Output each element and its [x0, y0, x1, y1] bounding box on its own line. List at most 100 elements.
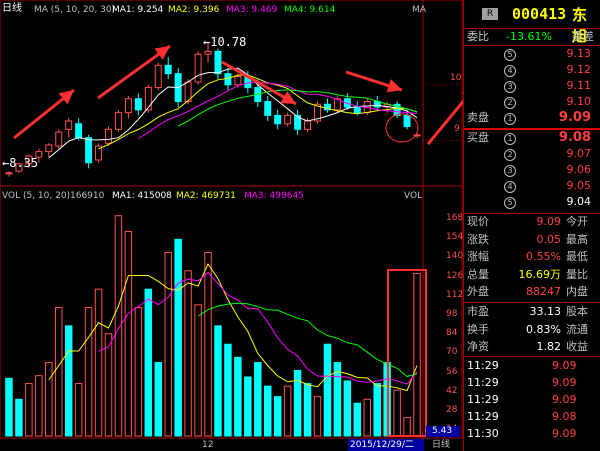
bid-row[interactable]: 2 9.07 [464, 146, 600, 162]
quote-value: 0.05 [536, 232, 562, 246]
tick-time: 11:29 [467, 410, 499, 423]
order-ratio-row: 委比 -13.61% 委差 [464, 29, 600, 45]
tick-time: 11:29 [467, 376, 499, 389]
candle [284, 112, 292, 127]
tick-row: 11:29 9.09 [464, 392, 600, 408]
fundamental-label-2: 股本 [566, 305, 588, 318]
kline-chart-panel[interactable]: 日线 MA (5, 10, 20, 30) MA1: 9.254 MA2: 9.… [0, 0, 463, 451]
volume-bar [194, 304, 202, 437]
quote-label: 涨幅 [467, 250, 489, 263]
level-circle: 2 [504, 149, 516, 161]
ask-row[interactable]: 4 9.12 [464, 62, 600, 78]
value-readout-text: 5.43 [432, 426, 453, 436]
highlight-circle [385, 113, 419, 143]
volume-bar [244, 376, 252, 437]
volume-bar [5, 377, 13, 437]
bid-row[interactable]: 5 9.04 [464, 194, 600, 210]
candle [5, 171, 13, 177]
volume-bar [343, 380, 352, 437]
indicator-tag[interactable]: MA [412, 5, 426, 15]
ask-price: 9.10 [566, 95, 592, 108]
level-circle: 4 [504, 65, 516, 77]
volume-bar [264, 385, 272, 437]
volume-bar [363, 398, 371, 437]
candle [194, 51, 202, 85]
level-circle: 1 [504, 133, 516, 145]
volume-bar [204, 251, 212, 437]
bid-price: 9.06 [566, 163, 592, 176]
stock-header: R 000413 东旭 [464, 0, 600, 45]
level-circle: 1 [504, 113, 516, 125]
volume-axis-tick: 126 [446, 270, 464, 281]
volume-bar [234, 356, 242, 437]
tick-time: 11:30 [467, 427, 499, 440]
ask-price: 9.11 [566, 79, 592, 92]
quote-value: 9.09 [536, 215, 562, 228]
volume-bar [403, 417, 411, 437]
fundamental-label: 换手 [467, 322, 489, 336]
volume-tag[interactable]: VOL [404, 191, 422, 201]
volume-axis-tick: 84 [446, 328, 458, 339]
fundamental-label: 净资 [467, 340, 489, 353]
chart-canvas[interactable] [0, 0, 463, 451]
quote-label-2: 量比 [566, 267, 588, 281]
candle [154, 62, 162, 91]
level-circle: 2 [504, 97, 516, 109]
quote-label-2: 最低 [566, 250, 588, 263]
volume-bar [94, 288, 103, 437]
volume-bar [283, 385, 292, 437]
tick-row: 11:29 9.09 [464, 375, 600, 391]
fundamental-row: 换手 0.83% 流通 [464, 322, 600, 338]
fundamental-row: 净资 1.82 收益 [464, 339, 600, 355]
fundamental-value: 33.13 [529, 305, 562, 318]
ask-price: 9.09 [558, 110, 591, 125]
period-label: 日线 [2, 3, 22, 14]
volume-bar [254, 362, 262, 437]
candle [264, 95, 272, 121]
bid-price: 9.08 [558, 130, 591, 145]
date-readout: 2015/12/29/二 [348, 439, 424, 451]
ask-row[interactable]: 3 9.11 [464, 78, 600, 94]
bid-row[interactable]: 买盘 1 9.08 [464, 130, 600, 146]
candle [55, 129, 63, 149]
volume-bar [84, 307, 93, 437]
trend-arrow [13, 88, 75, 140]
tick-price: 9.09 [552, 376, 577, 389]
quote-value: 88247 [526, 285, 561, 298]
trend-arrow [426, 91, 463, 145]
volume-bar [323, 343, 332, 437]
volume-bar [313, 396, 322, 437]
tick-time: 11:29 [467, 359, 499, 372]
ask-row[interactable]: 卖盘 1 9.09 [464, 110, 600, 126]
quote-label: 涨跌 [467, 232, 489, 246]
rating-badge[interactable]: R [482, 8, 498, 20]
level-circle: 3 [504, 81, 516, 93]
quote-row: 总量 16.69万 量比 [464, 267, 600, 283]
fundamental-value: 0.83% [526, 322, 561, 336]
volume-bar [124, 230, 133, 437]
order-ratio-value: -13.61% [506, 30, 552, 43]
volume-bar [25, 383, 33, 437]
quote-value: 0.55% [526, 250, 561, 263]
fundamental-label-2: 收益 [566, 340, 588, 353]
volume-bar [174, 238, 182, 437]
volume-bar [55, 307, 63, 437]
volume-bar [64, 325, 73, 437]
quote-row: 涨跌 0.05 最高 [464, 232, 600, 248]
volume-bar [104, 333, 113, 437]
volume-bar [45, 362, 53, 437]
low-price-annotation: ←8.35 [2, 156, 39, 170]
bid-row[interactable]: 3 9.06 [464, 162, 600, 178]
candle [134, 93, 142, 116]
bid-row[interactable]: 4 9.05 [464, 178, 600, 194]
ask-row[interactable]: 2 9.10 [464, 94, 600, 110]
volume-value: 166910 [70, 191, 105, 201]
ma3-value: MA3: 9.469 [226, 5, 278, 15]
ma1-value: MA1: 9.254 [112, 5, 164, 15]
period-tag-bottom[interactable]: 日线 [432, 440, 450, 450]
tick-price: 9.09 [552, 393, 577, 406]
ask-row[interactable]: 5 9.13 [464, 46, 600, 62]
candle [224, 68, 232, 91]
quote-label: 总量 [467, 267, 489, 281]
volume-bar [154, 362, 162, 437]
